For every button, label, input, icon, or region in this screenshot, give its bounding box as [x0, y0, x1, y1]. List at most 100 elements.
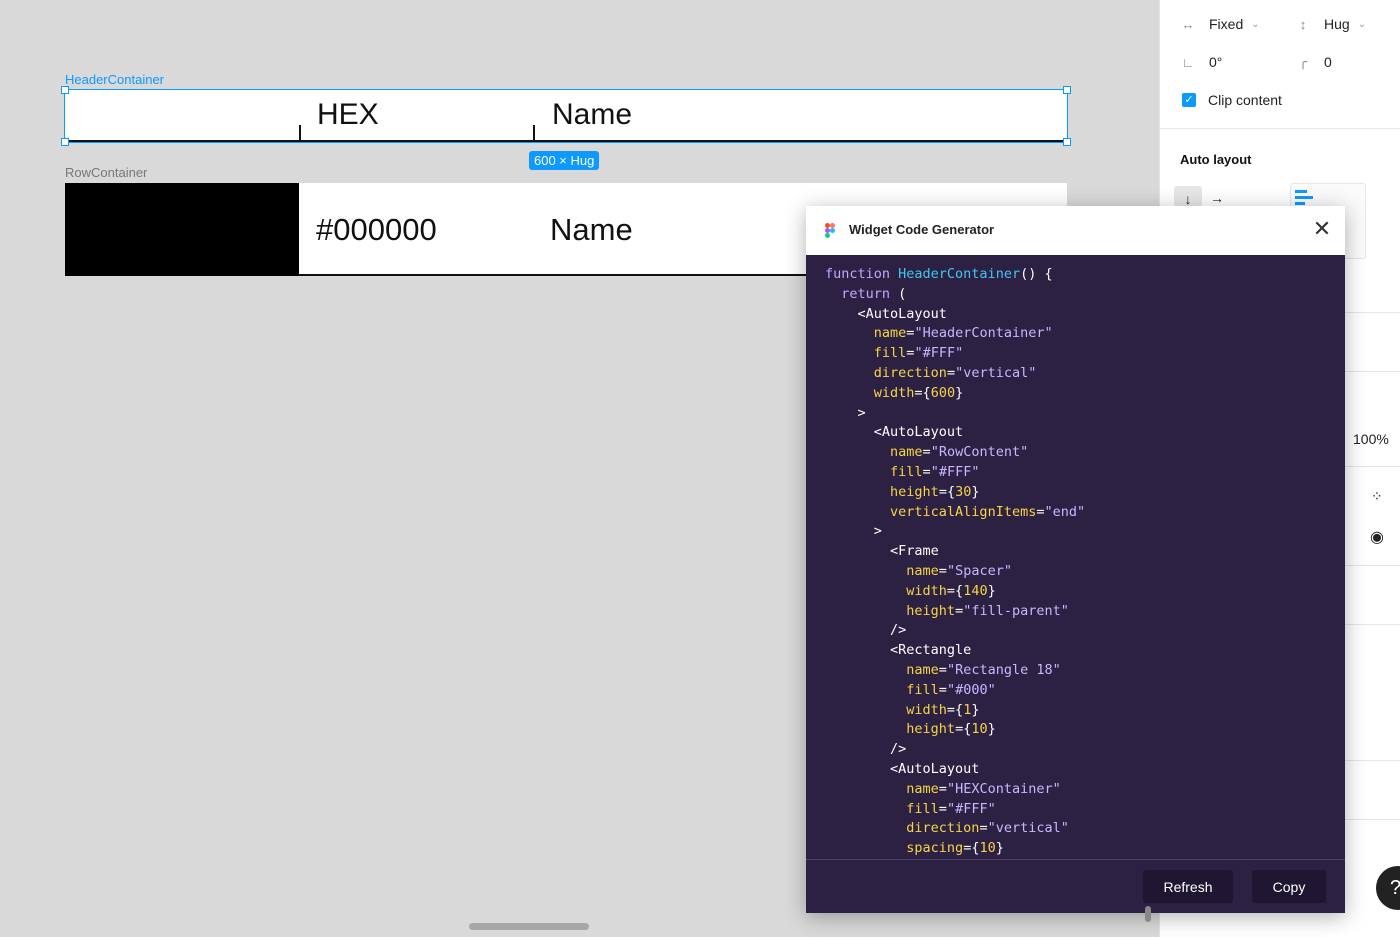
resize-handle-bottom-left[interactable] [61, 138, 69, 146]
vertical-scrollbar[interactable] [1145, 906, 1151, 922]
code-token: fill [906, 681, 939, 698]
code-view[interactable]: function HeaderContainer() { return ( <A… [825, 265, 1335, 859]
rotation-icon: ∟ [1181, 54, 1195, 70]
code-line: width={1} [825, 701, 1335, 721]
code-token: () { [1020, 266, 1053, 282]
direction-vertical-button[interactable]: ↓ [1174, 186, 1202, 208]
code-token: "fill-parent" [963, 602, 1069, 619]
code-line: fill="#FFF" [825, 800, 1335, 820]
header-container-frame[interactable]: HEX Name [61, 86, 1071, 146]
chevron-down-icon: ⌄ [1357, 18, 1367, 30]
code-line: height="fill-parent" [825, 602, 1335, 622]
height-mode-value: Hug [1324, 16, 1350, 32]
color-swatch[interactable] [65, 183, 299, 276]
row-container-label[interactable]: RowContainer [65, 165, 147, 180]
resize-handle-top-right[interactable] [1063, 86, 1071, 94]
code-token: direction [906, 820, 980, 837]
style-grid-icon[interactable]: ⁘ [1371, 488, 1383, 505]
code-token: } [971, 483, 980, 500]
code-token: > [825, 404, 866, 421]
code-token: } [987, 582, 996, 599]
rotation-field[interactable]: ∟ 0° [1181, 54, 1223, 70]
code-token: "HeaderContainer" [914, 325, 1053, 342]
code-token: > [825, 523, 882, 540]
code-token: = [946, 364, 956, 381]
code-line: height={10} [825, 720, 1335, 740]
code-token: AutoLayout [865, 305, 947, 322]
horizontal-scrollbar[interactable] [469, 923, 589, 930]
code-token: height [906, 721, 956, 738]
clip-content-checkbox[interactable]: ✓ [1182, 93, 1196, 107]
width-icon: ↔ [1181, 16, 1195, 32]
code-token: fill [873, 345, 907, 362]
code-token: ={ [946, 582, 964, 599]
resize-handle-bottom-right[interactable] [1063, 138, 1071, 146]
code-token: name [906, 780, 939, 797]
resize-handle-top-left[interactable] [61, 86, 69, 94]
code-token: ={ [955, 721, 972, 738]
width-mode-value: Fixed [1209, 16, 1244, 32]
code-token: name [906, 562, 939, 579]
code-token: "HEXContainer" [946, 780, 1061, 797]
code-token: < [825, 305, 866, 322]
code-token: name [906, 661, 939, 678]
rotation-value: 0° [1209, 54, 1223, 70]
code-token: = [922, 463, 931, 480]
code-token: AutoLayout [881, 424, 964, 441]
align-bar [1295, 202, 1305, 205]
direction-horizontal-button[interactable]: → [1210, 190, 1224, 206]
code-token: } [955, 384, 964, 401]
figma-logo-icon [825, 223, 835, 238]
divider [806, 859, 1345, 860]
code-token: 600 [930, 384, 956, 401]
code-token: = [938, 661, 947, 678]
code-token: name [873, 325, 907, 342]
code-token: /> [825, 741, 907, 758]
eye-icon[interactable]: ◉ [1370, 527, 1384, 547]
code-line: return ( [825, 285, 1335, 305]
dialog-header: Widget Code Generator ✕ [806, 206, 1345, 255]
code-token: = [979, 820, 988, 837]
refresh-button[interactable]: Refresh [1143, 870, 1233, 903]
code-token: = [955, 602, 964, 619]
header-container-label[interactable]: HeaderContainer [65, 72, 164, 87]
close-icon[interactable]: ✕ [1310, 218, 1334, 242]
copy-button[interactable]: Copy [1252, 870, 1326, 903]
code-line: function HeaderContainer() { [825, 265, 1335, 285]
code-token: width [906, 701, 947, 718]
code-token: } [971, 701, 980, 718]
code-token: 10 [971, 721, 988, 738]
opacity-value[interactable]: 100% [1353, 431, 1389, 447]
radius-value: 0 [1324, 54, 1332, 70]
code-line: height={30} [825, 483, 1335, 503]
code-token: = [938, 681, 947, 698]
code-token: < [825, 760, 899, 777]
clip-content-label: Clip content [1208, 92, 1282, 108]
clip-content-row[interactable]: ✓ Clip content [1182, 92, 1282, 108]
code-line: name="HEXContainer" [825, 780, 1335, 800]
code-line: name="Spacer" [825, 562, 1335, 582]
code-token: height [890, 483, 939, 500]
code-token: ={ [938, 483, 956, 500]
radius-field[interactable]: ╭ 0 [1296, 54, 1332, 70]
code-line: <Rectangle [825, 641, 1335, 661]
code-line: /> [825, 740, 1335, 760]
code-token: "vertical" [955, 364, 1037, 381]
code-token: < [825, 424, 882, 441]
code-token: Rectangle [898, 642, 972, 659]
code-token: spacing [906, 840, 964, 857]
width-mode-dropdown[interactable]: ↔ Fixed ⌄ [1181, 16, 1260, 32]
code-token: name [890, 444, 923, 461]
height-mode-dropdown[interactable]: ↕ Hug ⌄ [1296, 16, 1366, 32]
align-bar [1295, 196, 1313, 199]
